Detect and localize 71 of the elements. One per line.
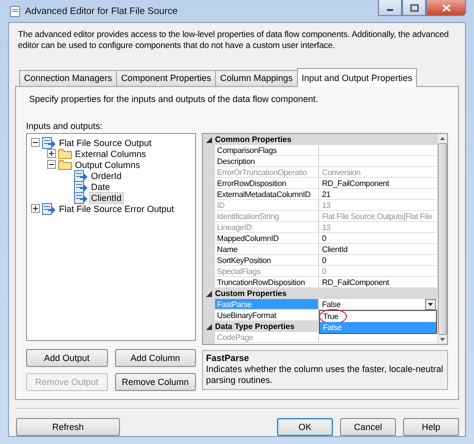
property-value: 0 [322, 234, 326, 243]
expander-icon[interactable] [31, 138, 40, 147]
property-value: ClientId [322, 245, 348, 254]
property-name[interactable]: ExternalMetadataColumnID [215, 189, 319, 200]
instructions-text: Specify properties for the inputs and outputs of the data flow component. [29, 94, 320, 104]
caret-icon [428, 303, 433, 306]
maximize-button[interactable] [402, 0, 426, 16]
property-value: Conversion [322, 168, 360, 177]
tree-item[interactable]: External Columns [74, 148, 148, 158]
expander-icon[interactable] [47, 149, 56, 158]
property-value: 13 [322, 201, 330, 210]
scrollbar[interactable] [437, 134, 447, 344]
collapse-icon[interactable] [206, 290, 212, 296]
property-name[interactable]: ComparisonFlags [215, 145, 319, 156]
maximize-icon [410, 4, 418, 12]
dialog-button[interactable]: Help [403, 418, 459, 436]
property-value: 21 [322, 190, 330, 199]
dialog-button[interactable]: OK [277, 418, 333, 436]
category-header: Common Properties [215, 134, 437, 145]
property-value: RD_FailComponent [322, 179, 390, 188]
tree-item[interactable]: Flat File Source Output [58, 138, 153, 148]
column-arrow-icon [74, 180, 88, 192]
tab[interactable]: Column Mappings [215, 70, 298, 86]
category-header: Custom Properties [215, 288, 437, 299]
tree-item[interactable]: OrderId [90, 170, 123, 180]
close-button[interactable] [426, 0, 466, 16]
property-value: 0 [322, 267, 326, 276]
window-title: Advanced Editor for Flat File Source [25, 6, 178, 16]
folder-icon [58, 159, 72, 170]
description-text: Indicates whether the column uses the faster, locale-neutral parsing routines. [206, 364, 444, 386]
close-icon [442, 4, 450, 12]
property-value: 0 [322, 256, 326, 265]
table-arrow-icon [42, 202, 56, 214]
tab[interactable]: Input and Output Properties [296, 68, 418, 87]
scroll-up-icon[interactable] [440, 137, 445, 140]
tree-item[interactable]: Flat File Source Error Output [58, 204, 176, 214]
tree-label: Inputs and outputs: [26, 121, 104, 131]
expander-icon[interactable] [31, 204, 40, 213]
property-value: RD_FailComponent [322, 278, 390, 287]
folder-icon [58, 148, 72, 159]
property-name[interactable]: Name [215, 244, 319, 255]
property-value: False [322, 300, 341, 309]
intro-text: The advanced editor provides access to the low-level properties of data flow components. Additionally, the advanced editor can be used to configure components that do not have a custom user interface. [18, 29, 450, 51]
tree-item[interactable]: Output Columns [74, 160, 142, 170]
description-title: FastParse [206, 353, 250, 364]
property-value: Flat File Source.Outputs[Flat File [322, 212, 432, 221]
minimize-button[interactable] [378, 0, 402, 16]
tab[interactable]: Connection Managers [19, 70, 118, 86]
property-name[interactable]: ErrorRowDisposition [215, 178, 319, 189]
table-arrow-icon [42, 136, 56, 148]
action-button[interactable]: Add Column [114, 349, 196, 367]
collapse-icon[interactable] [206, 324, 212, 330]
dialog-button[interactable]: Refresh [16, 418, 120, 436]
scrollbar-thumb[interactable] [438, 143, 447, 335]
collapse-icon[interactable] [206, 136, 212, 142]
column-arrow-icon [74, 192, 88, 204]
expander-icon[interactable] [47, 160, 56, 169]
tab[interactable]: Component Properties [116, 70, 216, 86]
tree-item[interactable]: Date [90, 182, 112, 192]
scroll-down-icon[interactable] [440, 338, 445, 341]
property-name[interactable]: Description [215, 156, 319, 167]
dialog-button[interactable]: Cancel [340, 418, 396, 436]
property-name[interactable]: MappedColumnID [215, 233, 319, 244]
dropdown-button[interactable] [425, 299, 436, 310]
action-button[interactable]: Remove Column [114, 373, 196, 391]
action-button[interactable]: Add Output [26, 349, 108, 367]
column-arrow-icon [74, 170, 88, 182]
property-name[interactable]: SortKeyPosition [215, 255, 319, 266]
window-icon [10, 6, 20, 16]
tree-item[interactable]: ClientId [90, 192, 123, 202]
property-value: 13 [322, 223, 330, 232]
